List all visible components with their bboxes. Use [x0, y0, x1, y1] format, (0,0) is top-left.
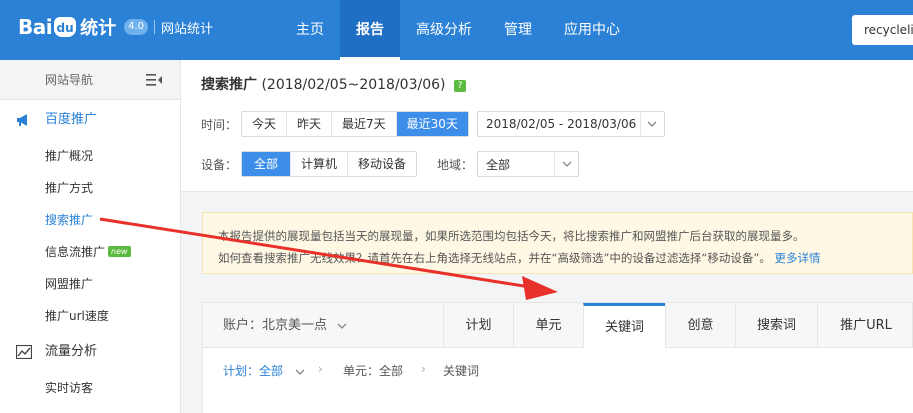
nav-app-center[interactable]: 应用中心 [548, 0, 636, 60]
nav-home[interactable]: 主页 [280, 0, 340, 60]
sidebar-item-promo-url-speed[interactable]: 推广url速度 [0, 300, 180, 332]
breadcrumb-plan: 计划：全部 [223, 364, 284, 378]
nav-advanced-analysis[interactable]: 高级分析 [400, 0, 488, 60]
date-range-picker[interactable]: 2018/02/05 - 2018/03/06 [476, 111, 665, 137]
account-selector[interactable]: 账户：北京美一点 [223, 303, 347, 349]
report-title: 搜索推广 [201, 77, 257, 93]
chevron-down-icon [554, 152, 578, 176]
time-option-last-30-days[interactable]: 最近30天 [396, 112, 468, 136]
chevron-right-icon: › [421, 362, 426, 376]
date-range-value: 2018/02/05 - 2018/03/06 [485, 117, 637, 131]
new-badge: new [108, 246, 131, 257]
sidebar-item-promo-methods[interactable]: 推广方式 [0, 172, 180, 204]
notice-line-2: 如何查看搜索推广无线效果？请首先在右上角选择无线站点，并在“高级筛选”中的设备过… [218, 247, 912, 269]
breadcrumb: 计划：全部 › 单元：全部 › 关键词 [202, 348, 913, 413]
nav-reports[interactable]: 报告 [340, 0, 400, 60]
chevron-right-icon: › [318, 362, 323, 376]
logo-text: Bai [18, 15, 53, 39]
time-range-segment: 今天 昨天 最近7天 最近30天 [241, 111, 469, 137]
logo-product: 统计 [80, 18, 117, 39]
sidebar-item-search-promo[interactable]: 搜索推广 [0, 204, 180, 236]
sidebar: 网站导航 百度推广 推广概况 推广方式 搜索推广 信息流推广 new 网盟推广 推… [0, 60, 181, 413]
sidebar-item-promo-overview[interactable]: 推广概况 [0, 140, 180, 172]
help-icon[interactable]: ? [453, 80, 466, 92]
tab-promo-url[interactable]: 推广URL [817, 303, 913, 349]
device-option-mobile[interactable]: 移动设备 [348, 152, 417, 176]
device-option-all[interactable]: 全部 [242, 152, 292, 176]
device-label: 设备： [201, 157, 238, 172]
time-filter-row: 时间： 今天 昨天 最近7天 最近30天 2018/02/05 - 2018/0… [201, 111, 665, 137]
region-select[interactable]: 全部 [477, 151, 580, 177]
report-date-range: (2018/02/05~2018/03/06) [261, 77, 446, 93]
filter-panel: 搜索推广 (2018/02/05~2018/03/06) ? 时间： 今天 昨天… [181, 60, 913, 192]
tab-search-term[interactable]: 搜索词 [735, 303, 817, 349]
time-option-last-7-days[interactable]: 最近7天 [332, 112, 397, 136]
time-option-yesterday[interactable]: 昨天 [287, 112, 333, 136]
breadcrumb-current: 关键词 [443, 364, 480, 378]
region-label: 地域： [437, 157, 474, 172]
collapse-menu-icon[interactable] [146, 73, 162, 87]
tab-creative[interactable]: 创意 [665, 303, 735, 349]
chevron-down-icon [295, 369, 305, 375]
sidebar-group-baidu-promotion[interactable]: 百度推广 [0, 100, 180, 140]
megaphone-icon [17, 114, 27, 126]
tab-unit[interactable]: 单元 [513, 303, 583, 349]
notice-line-1: 本报告提供的展现量包括当天的展现量，如果所选范围均包括今天，将比搜索推广和网盟推… [218, 229, 805, 243]
breadcrumb-unit[interactable]: 单元：全部 [343, 362, 403, 379]
device-option-computer[interactable]: 计算机 [291, 152, 349, 176]
logo-paw-icon: du [54, 17, 77, 37]
chevron-down-icon [337, 323, 347, 329]
tab-keyword[interactable]: 关键词 [583, 303, 665, 350]
tab-plan[interactable]: 计划 [443, 303, 513, 349]
notice-line-2-text: 如何查看搜索推广无线效果？请首先在右上角选择无线站点，并在“高级筛选”中的设备过… [218, 251, 771, 265]
chevron-down-icon [639, 112, 664, 136]
sidebar-item-feed-promo[interactable]: 信息流推广 new [0, 236, 180, 268]
chart-icon [16, 345, 32, 359]
sidebar-item-union-promo[interactable]: 网盟推广 [0, 268, 180, 300]
breadcrumb-plan-selector[interactable]: 计划：全部 [223, 362, 305, 379]
top-header: Bai du 统计 4.0 网站统计 主页 报告 高级分析 管理 应用中心 re… [0, 0, 913, 60]
sidebar-group-label: 百度推广 [45, 112, 98, 127]
logo-divider [154, 20, 156, 34]
page-title: 搜索推广 (2018/02/05~2018/03/06) ? [201, 74, 466, 94]
sidebar-title: 网站导航 [45, 73, 94, 87]
info-notice: 本报告提供的展现量包括当天的展现量，如果所选范围均包括今天，将比搜索推广和网盟推… [202, 212, 913, 274]
nav-manage[interactable]: 管理 [488, 0, 548, 60]
sidebar-group-label: 流量分析 [45, 344, 98, 359]
device-segment: 全部 计算机 移动设备 [241, 151, 418, 177]
sidebar-header: 网站导航 [0, 60, 180, 100]
sidebar-group-traffic-analysis[interactable]: 流量分析 [0, 332, 180, 372]
sidebar-item-realtime-visitors[interactable]: 实时访客 [0, 372, 180, 404]
site-type-label: 网站统计 [161, 21, 214, 37]
device-filter-row: 设备： 全部 计算机 移动设备 地域： 全部 [201, 151, 580, 177]
more-details-link[interactable]: 更多详情 [774, 251, 820, 265]
sidebar-item-label: 信息流推广 [45, 245, 106, 259]
version-badge: 4.0 [124, 19, 149, 35]
region-value: 全部 [486, 157, 511, 172]
time-option-today[interactable]: 今天 [242, 112, 288, 136]
main-nav: 主页 报告 高级分析 管理 应用中心 [280, 0, 636, 60]
baidu-tongji-logo[interactable]: Bai du 统计 4.0 网站统计 [18, 14, 213, 40]
time-label: 时间： [201, 117, 238, 132]
account-label: 账户：北京美一点 [223, 318, 328, 333]
site-selector[interactable]: recyclelife [852, 15, 913, 45]
report-tabs: 账户：北京美一点 计划 单元 关键词 创意 搜索词 推广URL [202, 302, 913, 350]
